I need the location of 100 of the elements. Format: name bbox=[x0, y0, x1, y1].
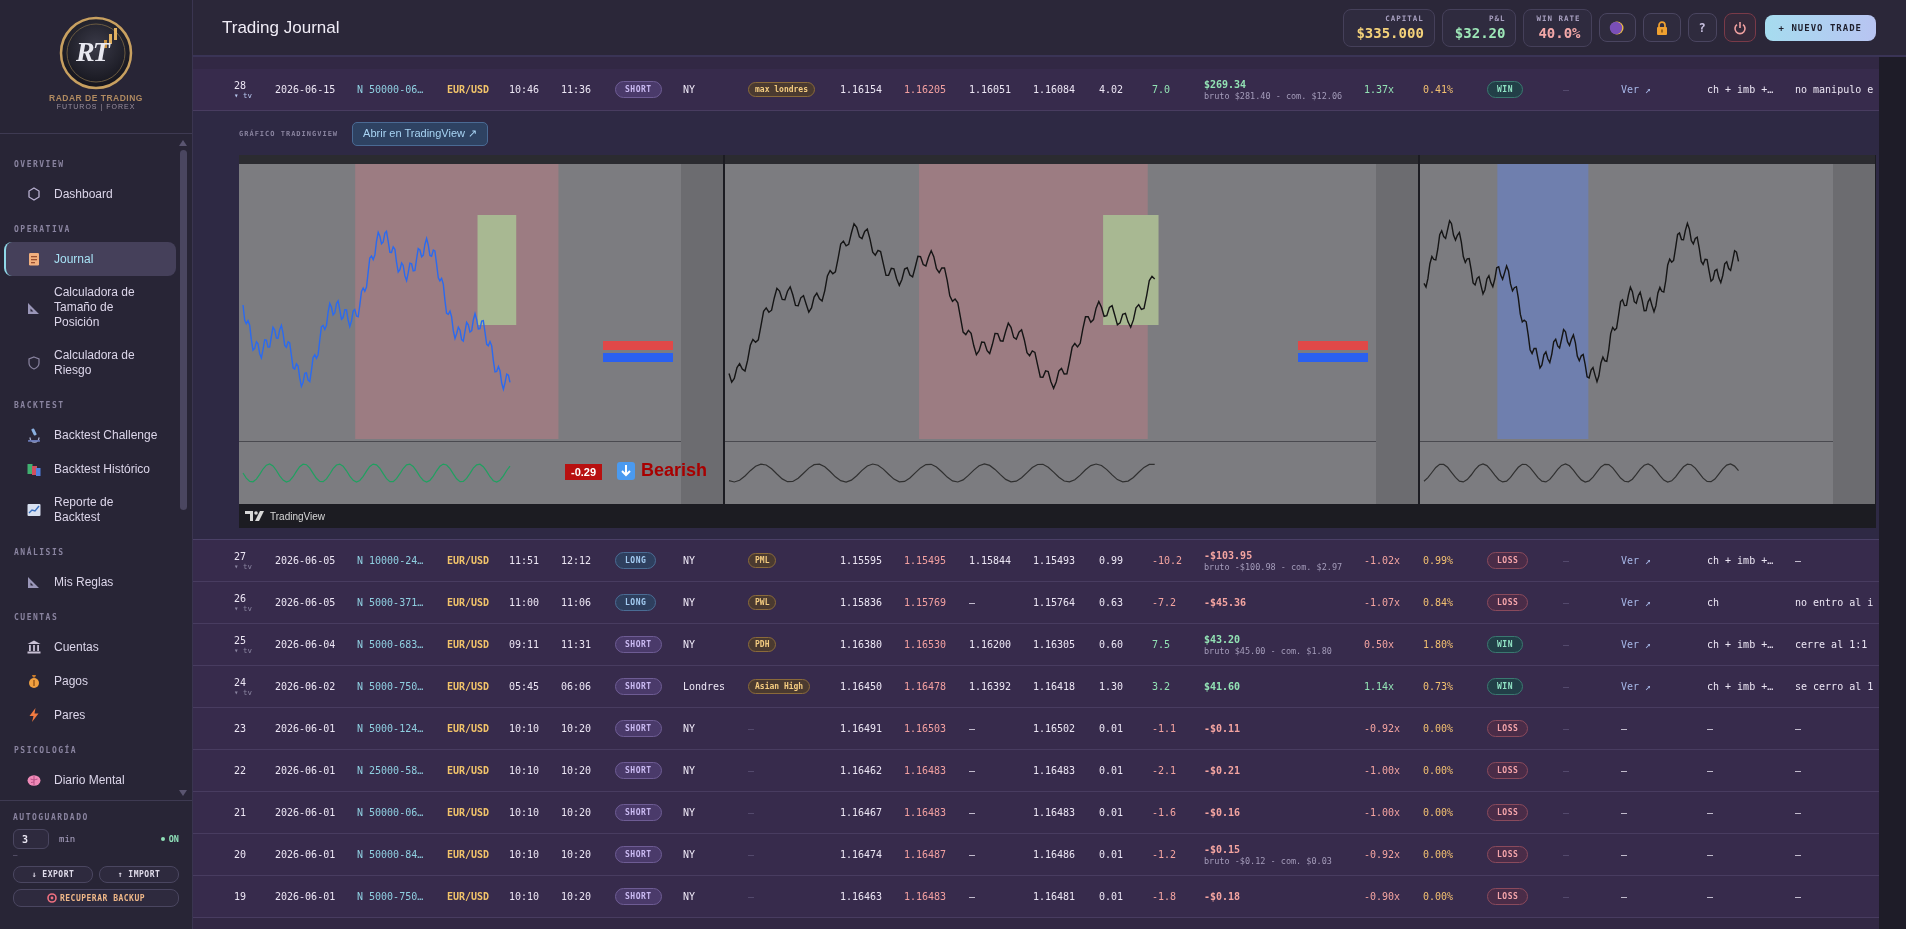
sidebar-button[interactable]: ↑ IMPORT bbox=[99, 866, 179, 883]
table-cell: 10:20 bbox=[561, 849, 592, 860]
row-number: 23 bbox=[234, 723, 248, 734]
table-cell: 0.01 bbox=[1099, 849, 1124, 860]
result-badge: LOSS bbox=[1487, 846, 1529, 863]
table-cell: — bbox=[1707, 723, 1714, 734]
table-cell: ch bbox=[1707, 597, 1720, 608]
table-cell: 2026-06-01 bbox=[275, 807, 336, 818]
theme-button[interactable] bbox=[1598, 13, 1636, 42]
table-cell: NY bbox=[683, 723, 696, 734]
tag-chip: Asian High bbox=[748, 679, 811, 694]
nav-item[interactable]: Cuentas bbox=[4, 630, 176, 664]
table-cell: 2026-06-05 bbox=[275, 597, 336, 608]
help-button[interactable]: ? bbox=[1687, 13, 1717, 42]
table-cell: -0.92x bbox=[1364, 723, 1401, 734]
result-badge: WIN bbox=[1487, 636, 1523, 653]
table-cell: 1.16483 bbox=[1033, 765, 1076, 776]
result-badge: LOSS bbox=[1487, 804, 1529, 821]
table-cell: 10:10 bbox=[509, 891, 540, 902]
table-cell: 1.15836 bbox=[840, 597, 883, 608]
table-cell: 11:00 bbox=[509, 597, 540, 608]
row-number: 21 bbox=[234, 807, 248, 818]
table-cell: 1.16502 bbox=[1033, 723, 1076, 734]
direction-badge: LONG bbox=[615, 594, 657, 611]
nav-item[interactable]: Diario Mental bbox=[4, 763, 176, 797]
view-link[interactable]: Ver ↗ bbox=[1621, 639, 1652, 650]
table-cell: 2026-06-01 bbox=[275, 891, 336, 902]
table-cell: -1.2 bbox=[1152, 849, 1177, 860]
table-cell: N 10000-24… bbox=[357, 555, 424, 566]
interval-input[interactable]: 3 bbox=[13, 829, 49, 849]
table-cell: 1.16392 bbox=[969, 681, 1012, 692]
table-cell: NY bbox=[683, 891, 696, 902]
pnl-value: $41.60 bbox=[1204, 680, 1242, 693]
status-note: – bbox=[13, 850, 19, 860]
table-cell: — bbox=[1707, 807, 1714, 818]
table-cell: -0.92x bbox=[1364, 849, 1401, 860]
table-cell: N 5000-371… bbox=[357, 597, 424, 608]
table-cell: – bbox=[1563, 639, 1570, 650]
nav-item[interactable]: Backtest Histórico bbox=[4, 452, 176, 486]
status-label: ON bbox=[168, 834, 179, 844]
table-cell: – bbox=[1563, 597, 1570, 608]
view-link[interactable]: Ver ↗ bbox=[1621, 555, 1652, 566]
view-link[interactable]: Ver ↗ bbox=[1621, 597, 1652, 608]
table-cell: — bbox=[1621, 849, 1628, 860]
view-link[interactable]: Ver ↗ bbox=[1621, 84, 1652, 95]
table-cell: NY bbox=[683, 639, 696, 650]
new-trade-button[interactable]: + NUEVO TRADE bbox=[1764, 14, 1876, 41]
nav-item[interactable]: Calculadora de Riesgo bbox=[4, 339, 176, 387]
table-cell: EUR/USD bbox=[447, 681, 490, 692]
table-cell: 10:46 bbox=[509, 84, 540, 95]
table-cell: 11:06 bbox=[561, 597, 592, 608]
nav-item[interactable]: Mis Reglas bbox=[4, 565, 176, 599]
table-cell: se cerro al 1 bbox=[1795, 681, 1874, 692]
direction-badge: LONG bbox=[615, 552, 657, 569]
view-link[interactable]: Ver ↗ bbox=[1621, 681, 1652, 692]
table-cell: N 50000-06… bbox=[357, 807, 424, 818]
table-cell: 2026-06-05 bbox=[275, 555, 336, 566]
table-cell: EUR/USD bbox=[447, 555, 490, 566]
table-cell: — bbox=[1795, 555, 1802, 566]
scrollbar-track[interactable] bbox=[1879, 57, 1906, 929]
table-cell: 1.16462 bbox=[840, 765, 883, 776]
table-cell: EUR/USD bbox=[447, 807, 490, 818]
page-title: Trading Journal bbox=[222, 17, 340, 38]
table-cell: -1.6 bbox=[1152, 807, 1177, 818]
sidebar-button[interactable]: ↓ EXPORT bbox=[13, 866, 93, 883]
nav-item[interactable]: Pagos bbox=[4, 664, 176, 698]
nav-item[interactable]: Backtest Challenge bbox=[4, 418, 176, 452]
logout-button[interactable] bbox=[1723, 13, 1756, 42]
open-tradingview-button[interactable]: Abrir en TradingView ↗ bbox=[352, 121, 489, 146]
table-cell: 0.73% bbox=[1423, 681, 1454, 692]
books-icon bbox=[26, 461, 42, 477]
nav-item[interactable]: Journal bbox=[4, 242, 176, 276]
table-cell: 1.16305 bbox=[1033, 639, 1076, 650]
table-cell: EUR/USD bbox=[447, 639, 490, 650]
tag-chip: PWL bbox=[748, 595, 777, 610]
table-cell: 1.16486 bbox=[1033, 849, 1076, 860]
pnl-breakdown: bruto $281.40 - com. $12.06 bbox=[1204, 90, 1344, 101]
tag-chip: PML bbox=[748, 553, 777, 568]
section-title: OVERVIEW bbox=[13, 159, 66, 171]
scrollbar[interactable] bbox=[179, 140, 187, 796]
table-cell: – bbox=[1563, 681, 1570, 692]
recover-backup-button[interactable]: RECUPERAR BACKUP bbox=[13, 889, 179, 907]
table-cell: 10:20 bbox=[561, 891, 592, 902]
nav-item[interactable]: Pares bbox=[4, 698, 176, 732]
table-cell: ch + imb +… bbox=[1707, 84, 1774, 95]
nav-item[interactable]: Calculadora de Tamaño de Posición bbox=[4, 276, 176, 339]
table-cell: — bbox=[1795, 849, 1802, 860]
table-cell: — bbox=[1621, 807, 1628, 818]
lock-button[interactable] bbox=[1642, 13, 1681, 42]
table-cell: — bbox=[1621, 723, 1628, 734]
nav-item[interactable]: Reporte de Backtest bbox=[4, 486, 176, 534]
table-cell: 1.15769 bbox=[904, 597, 947, 608]
result-badge: LOSS bbox=[1487, 552, 1529, 569]
table-cell: 1.16200 bbox=[969, 639, 1012, 650]
table-cell: N 50000-84… bbox=[357, 849, 424, 860]
nav-item[interactable]: Dashboard bbox=[4, 177, 176, 211]
table-cell: NY bbox=[683, 807, 696, 818]
table-cell: — bbox=[969, 807, 976, 818]
table-cell: 1.15844 bbox=[969, 555, 1012, 566]
table-cell: 0.41% bbox=[1423, 84, 1454, 95]
